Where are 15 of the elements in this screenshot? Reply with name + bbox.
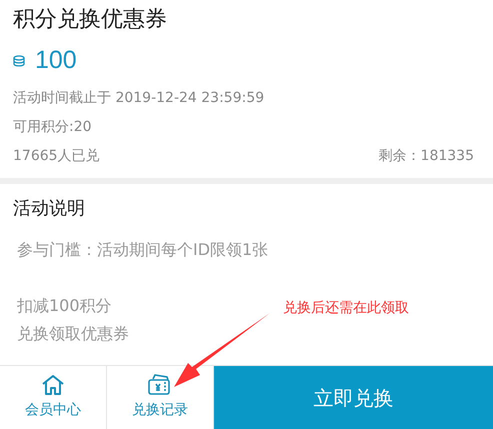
remaining-count: 剩余：181335: [378, 147, 474, 166]
redeem-button[interactable]: 立即兑换: [214, 366, 493, 429]
description-line: 参与门槛：活动期间每个ID限领1张: [16, 239, 270, 261]
redeemed-count: 17665人已兑: [13, 147, 100, 166]
description-line: 扣减100积分: [16, 295, 113, 317]
section-heading: 活动说明: [13, 197, 86, 221]
points-cost: 100: [35, 45, 77, 76]
wallet-icon: [147, 374, 173, 396]
available-points: 可用积分:20: [13, 118, 93, 137]
annotation-text: 兑换后还需在此领取: [283, 299, 409, 318]
page-title: 积分兑换优惠券: [13, 6, 168, 34]
coins-icon: [13, 55, 25, 67]
home-icon: [41, 374, 65, 396]
description-line: 兑换领取优惠券: [16, 323, 130, 345]
deadline-text: 活动时间截止于 2019-12-24 23:59:59: [13, 89, 266, 108]
